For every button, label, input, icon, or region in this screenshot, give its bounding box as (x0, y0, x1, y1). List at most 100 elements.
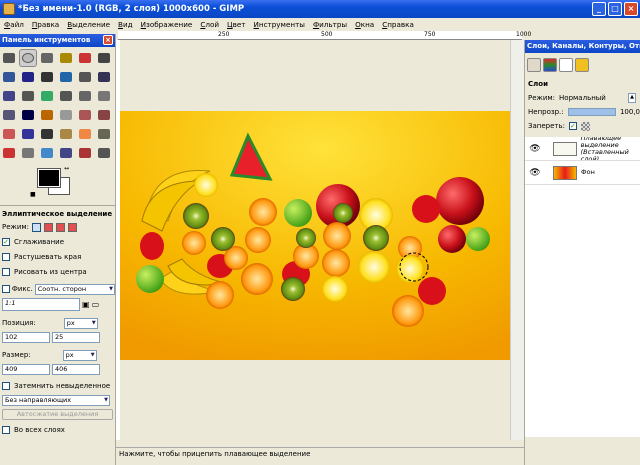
clone-icon[interactable] (57, 125, 75, 143)
menu-item[interactable]: Правка (28, 20, 63, 29)
size-width-input[interactable]: 409 (2, 363, 50, 375)
guides-select[interactable]: Без направляющих (2, 394, 110, 406)
size-unit-select[interactable]: px (62, 349, 97, 361)
from-center-checkbox[interactable] (2, 267, 10, 276)
lasso-icon[interactable] (38, 49, 56, 67)
all-layers-option[interactable]: Во всех слоях (0, 422, 115, 437)
fixed-checkbox[interactable] (2, 285, 10, 293)
mode-intersect-button[interactable] (68, 222, 78, 232)
horizontal-ruler[interactable]: 250 500 750 1000 (118, 31, 531, 40)
convolve-icon[interactable] (57, 144, 75, 162)
heal-icon[interactable] (76, 125, 94, 143)
feather-checkbox[interactable] (2, 252, 10, 261)
blur-icon[interactable] (38, 144, 56, 162)
crop-icon[interactable] (19, 87, 37, 105)
fruit-image[interactable] (120, 111, 524, 360)
perspective-clone-icon[interactable] (95, 125, 113, 143)
menu-item[interactable]: Фильтры (309, 20, 351, 29)
text-icon[interactable] (19, 106, 37, 124)
bucket-fill-icon[interactable] (38, 106, 56, 124)
layer-item-background[interactable]: 👁 Фон (525, 161, 640, 185)
lock-pixels-checkbox[interactable]: ✓ (568, 122, 577, 130)
scissors-icon[interactable] (95, 49, 113, 67)
minimize-button[interactable]: _ (592, 2, 606, 16)
antialias-option[interactable]: ✓ Сглаживание (0, 234, 115, 249)
pencil-icon[interactable] (76, 106, 94, 124)
opacity-slider[interactable] (567, 108, 616, 116)
smudge-icon[interactable] (0, 144, 18, 162)
undo-history-tab-icon[interactable] (575, 58, 589, 72)
mode-subtract-button[interactable] (56, 222, 66, 232)
highlight-checkbox[interactable] (2, 381, 10, 390)
menu-item[interactable]: Выделение (63, 20, 114, 29)
menu-item[interactable]: Справка (378, 20, 418, 29)
measure-icon[interactable] (76, 68, 94, 86)
flip-icon[interactable] (0, 106, 18, 124)
position-unit-select[interactable]: px (63, 317, 98, 329)
mode-replace-button[interactable] (32, 222, 42, 232)
menu-item[interactable]: Файл (0, 20, 28, 29)
close-icon[interactable]: × (103, 35, 113, 45)
blend-icon[interactable] (57, 106, 75, 124)
color-picker-icon[interactable] (38, 68, 56, 86)
ratio-input[interactable]: 1:1 (2, 297, 80, 311)
scale-icon[interactable] (57, 87, 75, 105)
antialias-checkbox[interactable]: ✓ (2, 237, 10, 246)
lock-ratio-icon[interactable]: ▣ (82, 300, 90, 309)
foreground-select-icon[interactable] (0, 68, 18, 86)
cage-icon[interactable] (76, 144, 94, 162)
perspective-icon[interactable] (95, 87, 113, 105)
rect-select-icon[interactable] (0, 49, 18, 67)
fixed-select[interactable]: Соотн. сторон (34, 283, 115, 295)
menu-item[interactable]: Цвет (223, 20, 249, 29)
highlight-option[interactable]: Затемнить невыделенное (0, 378, 115, 393)
size-height-input[interactable]: 406 (52, 363, 100, 375)
swap-colors-icon[interactable]: ↔ (64, 165, 69, 172)
channels-tab-icon[interactable] (543, 58, 557, 72)
paths-tab-icon[interactable] (559, 58, 573, 72)
maximize-button[interactable]: □ (608, 2, 622, 16)
layers-tab-icon[interactable] (527, 58, 541, 72)
menu-item[interactable]: Инструменты (249, 20, 308, 29)
mode-add-button[interactable] (44, 222, 54, 232)
from-center-option[interactable]: Рисовать из центра (0, 264, 115, 279)
eye-icon[interactable]: 👁 (529, 144, 541, 154)
all-layers-checkbox[interactable] (2, 425, 10, 434)
layer-mode-select[interactable]: Нормальный (559, 94, 606, 102)
autoshrink-button[interactable]: Автосжатие выделения (2, 409, 113, 420)
align-icon[interactable] (0, 87, 18, 105)
ellipse-select-icon[interactable] (19, 49, 37, 67)
warp-icon[interactable] (95, 144, 113, 162)
zoom-icon[interactable] (57, 68, 75, 86)
portrait-landscape-icon[interactable]: ▭ (92, 300, 100, 309)
menu-item[interactable]: Окна (351, 20, 378, 29)
position-x-input[interactable]: 102 (2, 331, 50, 343)
menu-item[interactable]: Изображение (137, 20, 197, 29)
paintbrush-icon[interactable] (95, 106, 113, 124)
lock-alpha-icon[interactable] (580, 121, 590, 131)
position-y-input[interactable]: 25 (52, 331, 100, 343)
image-canvas[interactable] (120, 111, 524, 360)
rotate-icon[interactable] (38, 87, 56, 105)
eraser-icon[interactable] (0, 125, 18, 143)
mode-dropdown-icon[interactable]: ▲ (628, 93, 636, 103)
foreground-color-swatch[interactable] (37, 168, 61, 188)
feather-option[interactable]: Растушевать края (0, 249, 115, 264)
move-icon[interactable] (95, 68, 113, 86)
shear-icon[interactable] (76, 87, 94, 105)
menu-item[interactable]: Слой (196, 20, 223, 29)
layer-item-floating[interactable]: 👁 Плавающее выделение (Вставленный слой) (525, 137, 640, 161)
ink-icon[interactable] (38, 125, 56, 143)
fuzzy-select-icon[interactable] (57, 49, 75, 67)
close-button[interactable]: × (624, 2, 638, 16)
opacity-value[interactable]: 100,0 (620, 108, 640, 116)
default-colors-icon[interactable]: ■ (30, 191, 36, 198)
dodge-burn-icon[interactable] (19, 144, 37, 162)
eye-icon[interactable]: 👁 (529, 168, 541, 178)
airbrush-icon[interactable] (19, 125, 37, 143)
menu-item[interactable]: Вид (114, 20, 137, 29)
color-select-icon[interactable] (76, 49, 94, 67)
vertical-scrollbar[interactable] (510, 40, 524, 440)
ruler-tick: 500 (321, 31, 333, 38)
paths-icon[interactable] (19, 68, 37, 86)
